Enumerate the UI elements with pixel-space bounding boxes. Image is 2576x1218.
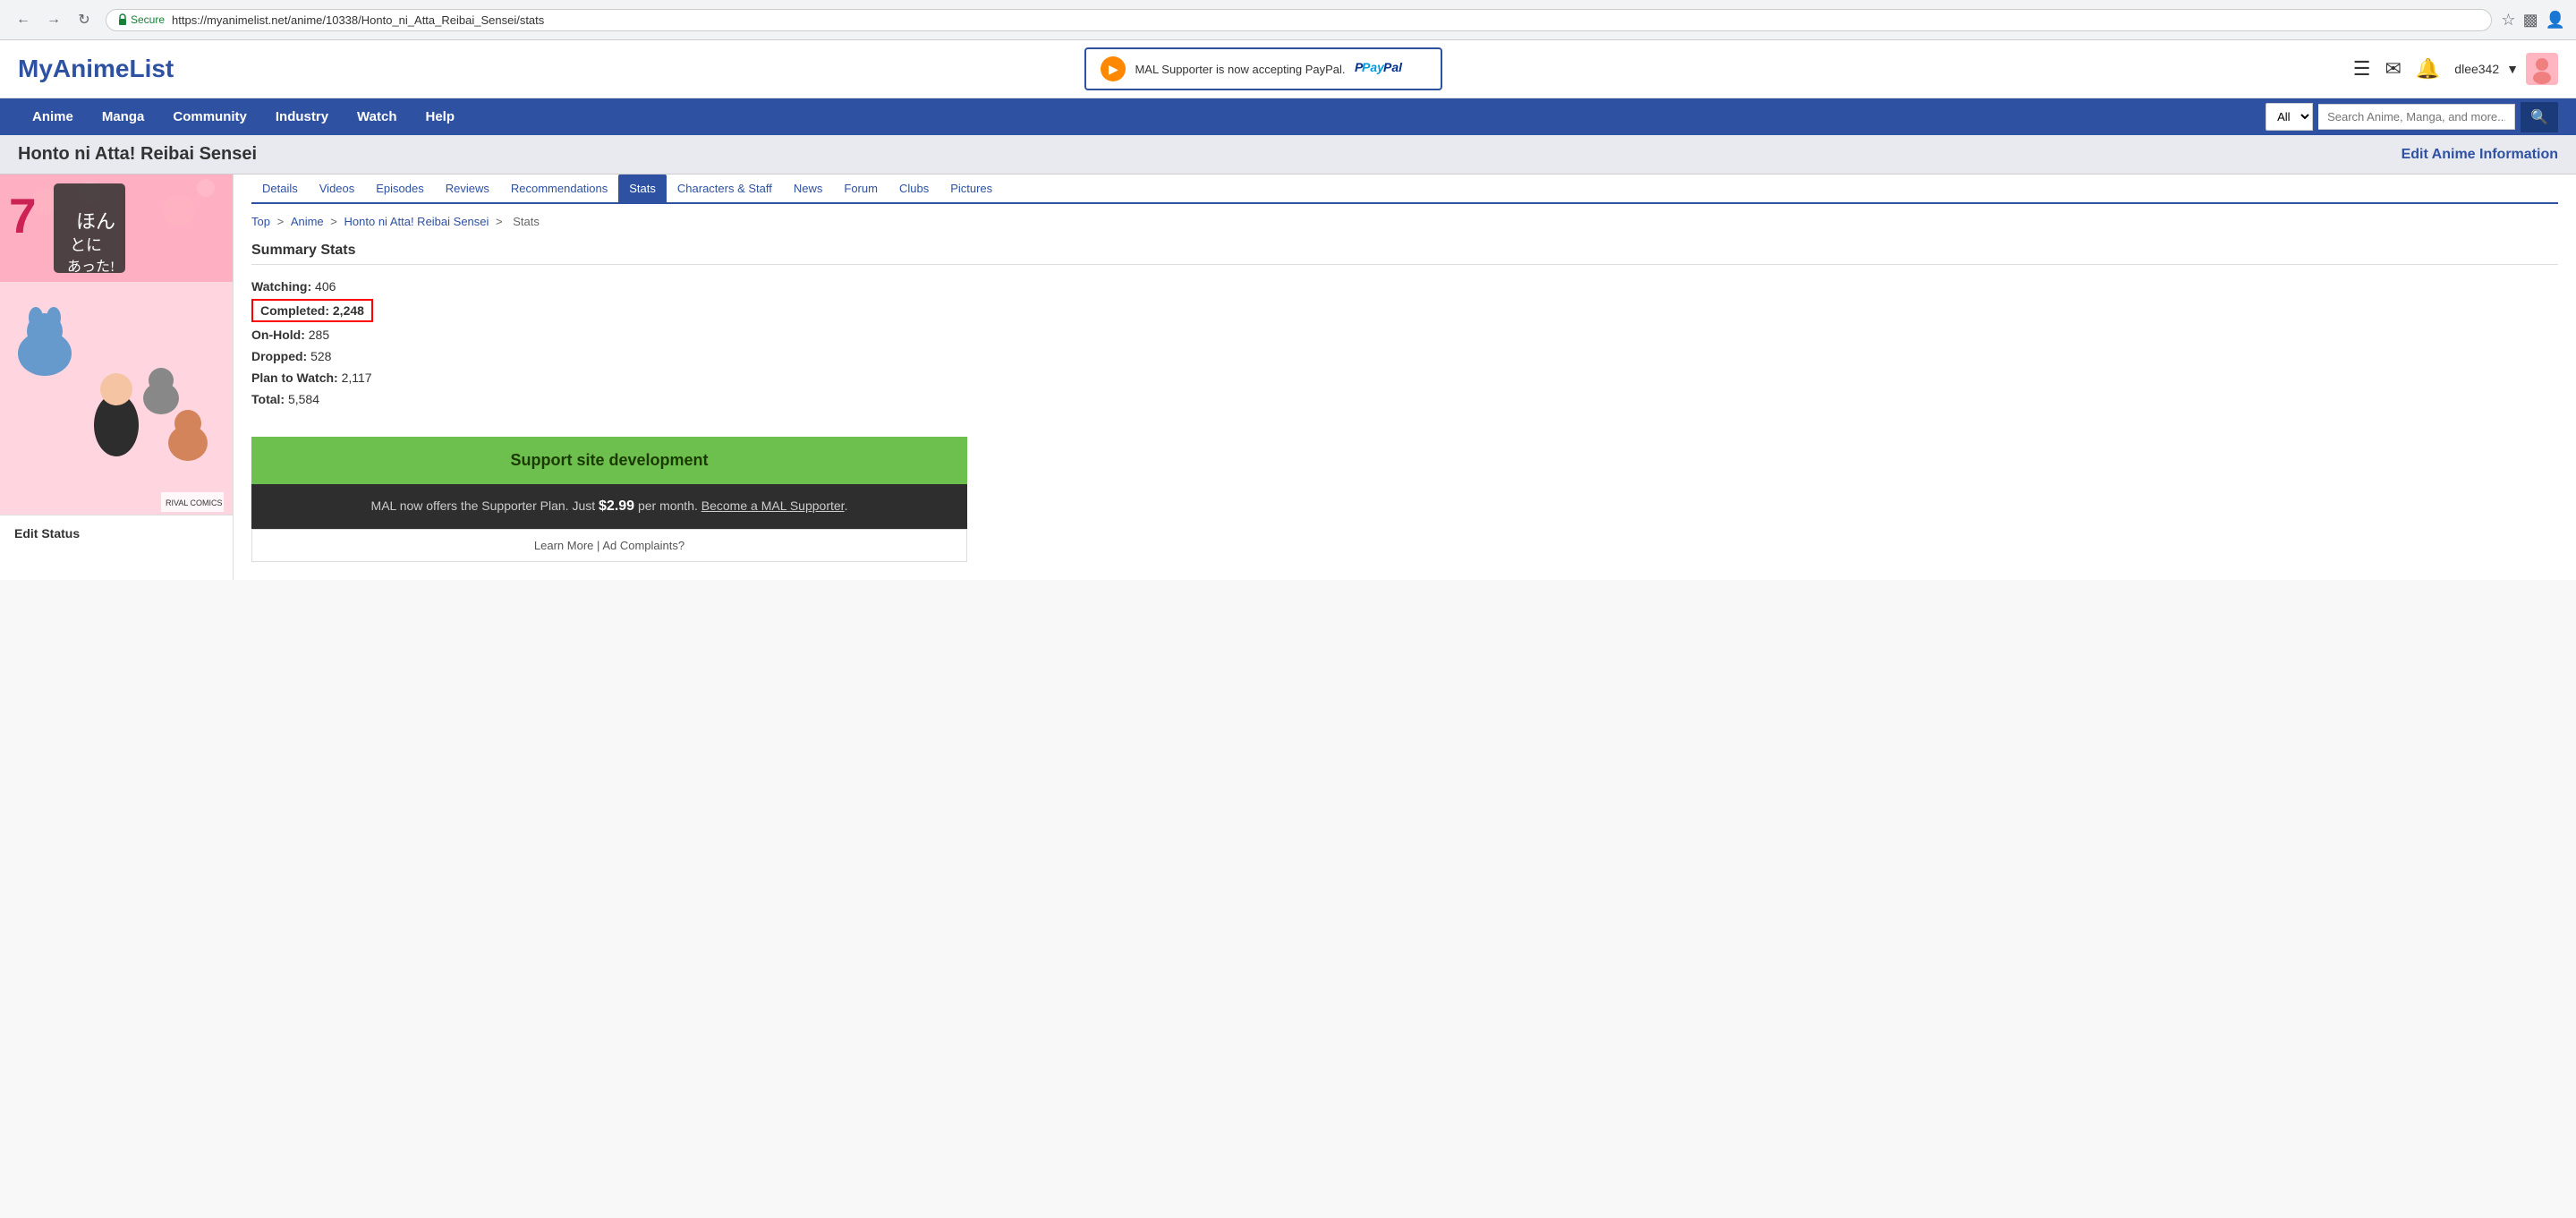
play-icon: ▶ [1101, 56, 1126, 81]
svg-text:RIVAL COMICS: RIVAL COMICS [166, 498, 223, 507]
tab-episodes[interactable]: Episodes [365, 175, 434, 202]
stat-dropped: Dropped: 528 [251, 345, 2558, 367]
stat-total: Total: 5,584 [251, 388, 2558, 410]
tab-clubs[interactable]: Clubs [888, 175, 939, 202]
right-panel: Details Videos Episodes Reviews Recommen… [233, 175, 2576, 580]
svg-text:Pal: Pal [1383, 60, 1403, 74]
edit-status-section: Edit Status [0, 515, 233, 558]
ad-complaints-link[interactable]: Ad Complaints? [602, 539, 684, 552]
cover-image: 7 ほん とに あった! [0, 175, 233, 515]
breadcrumb-anime[interactable]: Anime [291, 215, 324, 228]
secure-text: Secure [131, 13, 165, 26]
svg-text:Pay: Pay [1362, 60, 1385, 74]
breadcrumb-sep-1: > [277, 215, 287, 228]
support-body: MAL now offers the Supporter Plan. Just … [251, 484, 967, 529]
profile-icon[interactable]: 👤 [2546, 11, 2565, 30]
nav-community[interactable]: Community [158, 98, 261, 135]
tab-pictures[interactable]: Pictures [939, 175, 1003, 202]
support-price: $2.99 [599, 498, 634, 514]
nav-watch[interactable]: Watch [343, 98, 411, 135]
svg-text:ほん: ほん [76, 210, 115, 233]
breadcrumb-sep-2: > [330, 215, 340, 228]
forward-button[interactable]: → [41, 7, 66, 32]
tab-characters-staff[interactable]: Characters & Staff [667, 175, 783, 202]
mail-icon[interactable]: ✉ [2385, 57, 2401, 81]
url-text: https://myanimelist.net/anime/10338/Hont… [172, 13, 2480, 27]
tab-reviews[interactable]: Reviews [435, 175, 500, 202]
stat-plan-to-watch: Plan to Watch: 2,117 [251, 367, 2558, 388]
secure-icon: Secure [117, 13, 165, 26]
footer-separator: | [597, 539, 599, 552]
support-header: Support site development [251, 437, 967, 484]
page-title-bar: Honto ni Atta! Reibai Sensei Edit Anime … [0, 135, 2576, 175]
breadcrumb: Top > Anime > Honto ni Atta! Reibai Sens… [251, 215, 2558, 228]
stat-on-hold: On-Hold: 285 [251, 324, 2558, 345]
search-button[interactable]: 🔍 [2521, 102, 2558, 132]
nav-help[interactable]: Help [412, 98, 470, 135]
anime-cover: 7 ほん とに あった! [0, 175, 233, 515]
stat-completed: Completed: 2,248 [251, 299, 373, 322]
search-input[interactable] [2318, 104, 2515, 130]
tab-forum[interactable]: Forum [833, 175, 888, 202]
stats-section: Summary Stats Watching: 406 Completed: 2… [251, 243, 2558, 410]
nav-links: Anime Manga Community Industry Watch Hel… [18, 98, 469, 135]
nav-bar: Anime Manga Community Industry Watch Hel… [0, 98, 2576, 135]
breadcrumb-top[interactable]: Top [251, 215, 270, 228]
support-banner: Support site development MAL now offers … [251, 437, 967, 562]
bell-icon[interactable]: 🔔 [2416, 57, 2440, 81]
user-menu[interactable]: dlee342 ▼ [2454, 53, 2558, 85]
page-title: Honto ni Atta! Reibai Sensei [18, 144, 257, 165]
paypal-banner-text: MAL Supporter is now accepting PayPal. [1135, 63, 1345, 76]
paypal-banner[interactable]: ▶ MAL Supporter is now accepting PayPal.… [1084, 47, 1441, 90]
paypal-logo: P Pay Pal [1355, 57, 1426, 81]
address-bar[interactable]: Secure https://myanimelist.net/anime/103… [106, 9, 2492, 31]
cast-icon[interactable]: ▩ [2523, 11, 2538, 30]
menu-icon[interactable]: ☰ [2353, 57, 2371, 81]
support-body-end: . [845, 498, 848, 513]
dropdown-arrow-icon: ▼ [2506, 62, 2519, 76]
stats-title: Summary Stats [251, 243, 2558, 265]
header-right: ☰ ✉ 🔔 dlee342 ▼ [2353, 53, 2558, 85]
breadcrumb-series[interactable]: Honto ni Atta! Reibai Sensei [344, 215, 489, 228]
tab-stats[interactable]: Stats [618, 175, 667, 202]
tab-news[interactable]: News [783, 175, 834, 202]
svg-text:とに: とに [70, 236, 102, 254]
tab-details[interactable]: Details [251, 175, 309, 202]
stat-watching: Watching: 406 [251, 276, 2558, 297]
browser-nav-buttons: ← → ↻ [11, 7, 97, 32]
edit-anime-link[interactable]: Edit Anime Information [2402, 147, 2558, 163]
become-supporter-link[interactable]: Become a MAL Supporter [701, 498, 845, 513]
tab-recommendations[interactable]: Recommendations [500, 175, 618, 202]
back-button[interactable]: ← [11, 7, 36, 32]
nav-manga[interactable]: Manga [88, 98, 159, 135]
avatar [2526, 53, 2558, 85]
nav-anime[interactable]: Anime [18, 98, 88, 135]
search-category-select[interactable]: All [2266, 103, 2313, 131]
star-icon[interactable]: ☆ [2501, 11, 2515, 30]
support-body-suffix: per month. [634, 498, 701, 513]
support-footer: Learn More | Ad Complaints? [251, 529, 967, 562]
reload-button[interactable]: ↻ [72, 7, 97, 32]
support-body-text: MAL now offers the Supporter Plan. Just [371, 498, 599, 513]
svg-text:あった!: あった! [67, 259, 115, 275]
browser-chrome: ← → ↻ Secure https://myanimelist.net/ani… [0, 0, 2576, 40]
edit-status-title: Edit Status [14, 526, 218, 541]
learn-more-link[interactable]: Learn More [534, 539, 593, 552]
browser-action-icons: ☆ ▩ 👤 [2501, 11, 2565, 30]
left-panel: 7 ほん とに あった! [0, 175, 233, 580]
sub-nav: Details Videos Episodes Reviews Recommen… [251, 175, 2558, 204]
nav-search: All 🔍 [2266, 102, 2558, 132]
username: dlee342 [2454, 62, 2499, 76]
nav-industry[interactable]: Industry [261, 98, 343, 135]
tab-videos[interactable]: Videos [309, 175, 366, 202]
breadcrumb-sep-3: > [496, 215, 506, 228]
svg-text:7: 7 [9, 188, 37, 243]
content-area: 7 ほん とに あった! [0, 175, 2576, 580]
mal-logo[interactable]: MyAnimeList [18, 55, 174, 83]
breadcrumb-current: Stats [513, 215, 540, 228]
mal-header: MyAnimeList ▶ MAL Supporter is now accep… [0, 40, 2576, 98]
